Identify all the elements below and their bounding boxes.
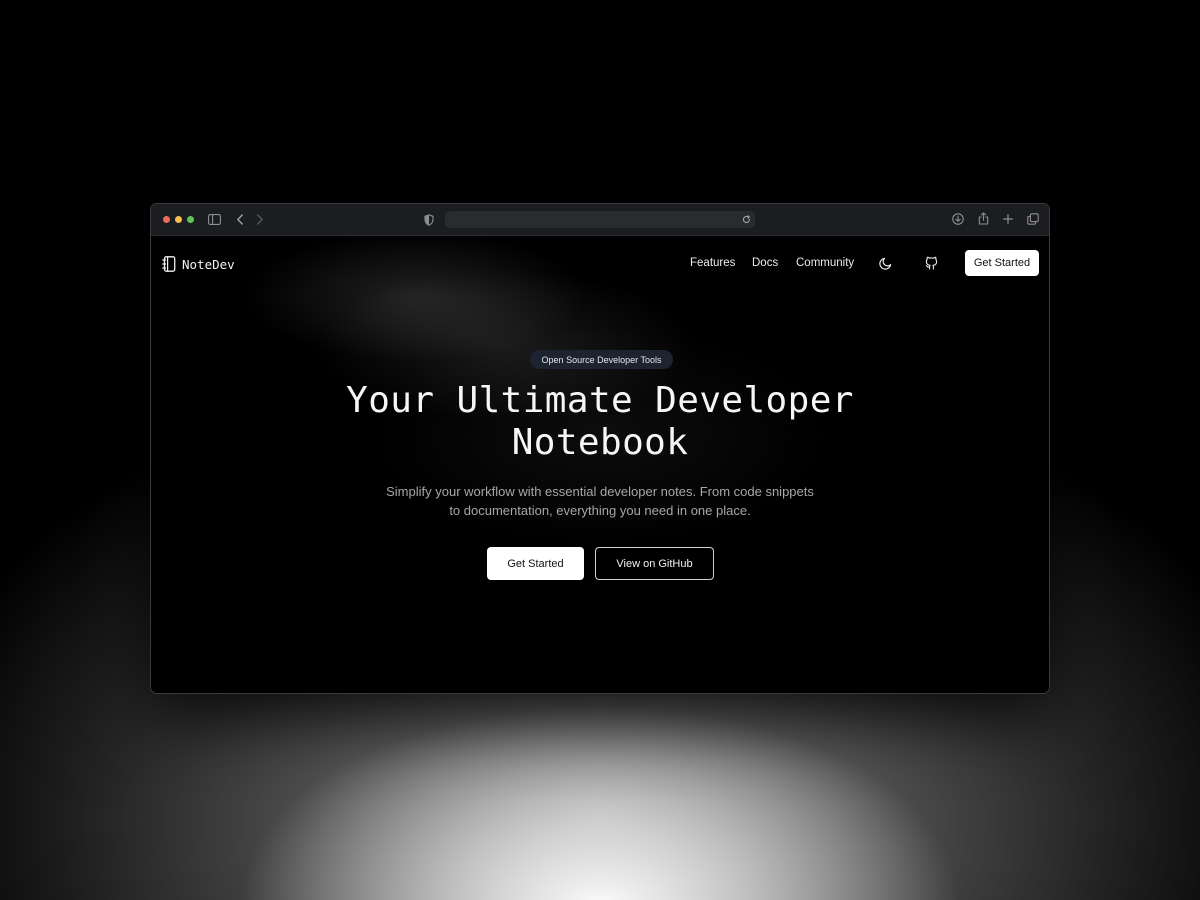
browser-toolbar [151,204,1049,236]
github-icon[interactable] [923,255,939,271]
minimize-window-button[interactable] [175,216,182,223]
sidebar-icon[interactable] [208,213,221,225]
hero-subtitle-line-1: Simplify your workflow with essential de… [386,484,814,499]
new-tab-icon[interactable] [1002,212,1014,226]
download-icon[interactable] [951,212,965,226]
hero-get-started-button[interactable]: Get Started [487,547,584,580]
maximize-window-button[interactable] [187,216,194,223]
hero-title: Your Ultimate Developer Notebook [151,380,1049,464]
moon-icon[interactable] [877,255,893,271]
reload-icon[interactable] [741,214,752,225]
close-window-button[interactable] [163,216,170,223]
forward-icon[interactable] [255,213,265,225]
brand-logo[interactable]: NoteDev [162,256,235,272]
hero-subtitle-line-2: to documentation, everything you need in… [449,503,751,518]
share-icon[interactable] [976,211,990,226]
view-on-github-button[interactable]: View on GitHub [595,547,714,580]
nav-link-docs[interactable]: Docs [752,257,778,269]
shield-icon[interactable] [423,213,435,226]
web-page: NoteDev Features Docs Community Get Star… [151,236,1049,693]
nav-link-features[interactable]: Features [690,257,735,269]
tabs-overview-icon[interactable] [1026,212,1039,226]
nav-get-started-button[interactable]: Get Started [965,250,1039,276]
hero-subtitle: Simplify your workflow with essential de… [370,482,830,520]
hero-title-line-1: Your Ultimate Developer [346,380,854,421]
hero-title-line-2: Notebook [511,422,689,463]
brand-name: NoteDev [182,256,235,272]
notebook-icon [162,256,176,272]
browser-window: NoteDev Features Docs Community Get Star… [151,204,1049,693]
nav-link-community[interactable]: Community [796,257,854,269]
back-icon[interactable] [235,213,245,225]
address-bar[interactable] [445,211,755,228]
hero-badge: Open Source Developer Tools [530,350,673,369]
